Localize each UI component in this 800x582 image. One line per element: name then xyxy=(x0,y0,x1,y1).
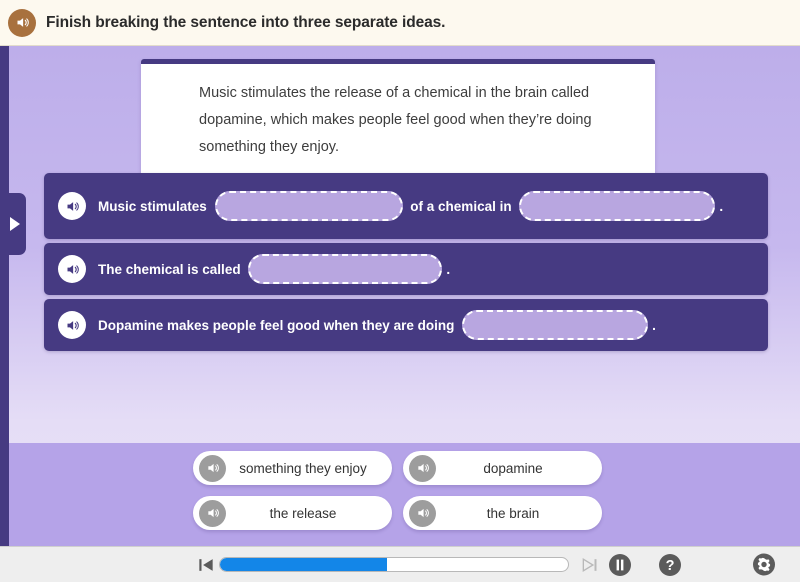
speaker-icon[interactable] xyxy=(199,499,226,527)
progress-bar-fill xyxy=(220,558,388,571)
row-text-end: . xyxy=(446,261,451,277)
source-sentence-text: Music stimulates the release of a chemic… xyxy=(199,85,592,155)
activity-screen: Finish breaking the sentence into three … xyxy=(0,0,800,582)
word-chip-label: dopamine xyxy=(483,460,543,476)
row-text-end: . xyxy=(652,317,656,333)
skip-next-icon[interactable] xyxy=(578,553,602,577)
word-chip-label: the release xyxy=(269,505,337,521)
speaker-icon[interactable] xyxy=(58,192,86,220)
row-text-middle: of a chemical in xyxy=(406,198,516,214)
answer-row-content: The chemical is called . xyxy=(98,254,450,284)
player-toolbar: ? xyxy=(0,546,800,582)
answer-row[interactable]: The chemical is called . xyxy=(44,243,768,295)
word-chip[interactable]: something they enjoy xyxy=(193,451,392,485)
panel-expander-button[interactable] xyxy=(0,193,26,255)
drop-zone[interactable] xyxy=(462,310,649,340)
skip-previous-icon[interactable] xyxy=(194,553,218,577)
pause-button[interactable] xyxy=(608,553,632,577)
instruction-text: Finish breaking the sentence into three … xyxy=(46,13,446,31)
word-chip[interactable]: the release xyxy=(193,496,392,530)
row-text-end: . xyxy=(719,198,724,214)
drop-zone[interactable] xyxy=(248,254,443,284)
drop-zone[interactable] xyxy=(214,191,403,221)
answer-row-content: Music stimulates of a chemical in . xyxy=(98,191,723,221)
instruction-header: Finish breaking the sentence into three … xyxy=(0,0,800,46)
word-chip-label: the brain xyxy=(486,505,540,521)
help-button[interactable]: ? xyxy=(658,553,682,577)
word-chip[interactable]: dopamine xyxy=(403,451,602,485)
speaker-icon[interactable] xyxy=(199,454,226,482)
speaker-icon[interactable] xyxy=(409,454,436,482)
source-sentence-card: Music stimulates the release of a chemic… xyxy=(141,59,655,179)
word-chip-label: something they enjoy xyxy=(239,460,367,476)
speaker-icon[interactable] xyxy=(8,8,36,37)
row-text-lead: The chemical is called xyxy=(98,261,245,277)
left-accent-bar xyxy=(0,46,9,546)
speaker-icon[interactable] xyxy=(409,499,436,527)
answer-row[interactable]: Dopamine makes people feel good when the… xyxy=(44,299,768,351)
settings-gear-icon[interactable] xyxy=(752,553,776,577)
row-text-lead: Music stimulates xyxy=(98,198,211,214)
answer-row[interactable]: Music stimulates of a chemical in . xyxy=(44,173,768,239)
svg-text:?: ? xyxy=(666,558,675,574)
progress-bar[interactable] xyxy=(219,557,569,572)
word-chip[interactable]: the brain xyxy=(403,496,602,530)
speaker-icon[interactable] xyxy=(58,255,86,283)
triangle-right-icon xyxy=(9,217,20,231)
answer-row-content: Dopamine makes people feel good when the… xyxy=(98,310,656,340)
drop-zone[interactable] xyxy=(519,191,716,221)
row-text-lead: Dopamine makes people feel good when the… xyxy=(98,317,459,333)
speaker-icon[interactable] xyxy=(58,311,86,339)
